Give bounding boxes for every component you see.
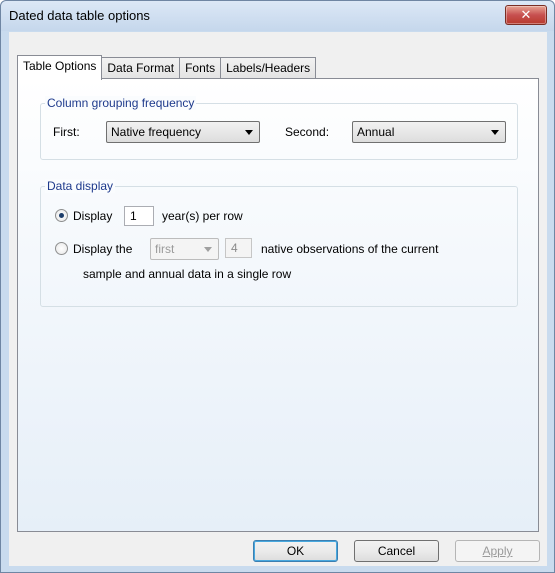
second-label: Second: bbox=[285, 125, 330, 139]
chevron-down-icon bbox=[204, 247, 212, 252]
chevron-down-icon bbox=[245, 130, 253, 135]
tab-fonts[interactable]: Fonts bbox=[180, 57, 222, 79]
ok-button[interactable]: OK bbox=[253, 540, 338, 562]
first-frequency-select[interactable]: Native frequency bbox=[106, 121, 260, 143]
data-display-legend: Data display bbox=[45, 179, 116, 193]
first-last-value: first bbox=[155, 242, 175, 256]
close-icon: ✕ bbox=[520, 7, 532, 22]
years-per-row-suffix: year(s) per row bbox=[162, 209, 243, 223]
display-observations-label: Display the bbox=[73, 242, 133, 256]
observations-count-input[interactable]: 4 bbox=[225, 238, 252, 258]
first-last-select[interactable]: first bbox=[150, 238, 219, 260]
column-grouping-group: Column grouping frequency First: Native … bbox=[40, 96, 518, 160]
title-bar[interactable]: Dated data table options ✕ bbox=[1, 1, 554, 31]
display-years-radio[interactable] bbox=[55, 209, 68, 222]
years-per-row-input[interactable]: 1 bbox=[124, 206, 154, 226]
observations-suffix: native observations of the current bbox=[261, 242, 439, 256]
column-grouping-legend: Column grouping frequency bbox=[45, 96, 197, 110]
apply-button[interactable]: Apply bbox=[455, 540, 540, 562]
cancel-button[interactable]: Cancel bbox=[354, 540, 439, 562]
data-display-group: Data display Display 1 year(s) per row D… bbox=[40, 179, 518, 307]
tab-data-format[interactable]: Data Format bbox=[102, 57, 181, 79]
close-button[interactable]: ✕ bbox=[505, 5, 547, 25]
second-frequency-select[interactable]: Annual bbox=[352, 121, 506, 143]
dialog-client-area: Table Options Data Format Fonts Labels/H… bbox=[9, 32, 547, 566]
tab-strip: Table Options Data Format Fonts Labels/H… bbox=[17, 55, 317, 80]
apply-button-label: Apply bbox=[482, 544, 513, 558]
dialog-window: Dated data table options ✕ Table Options… bbox=[0, 0, 555, 573]
second-frequency-value: Annual bbox=[357, 125, 395, 139]
display-years-label: Display bbox=[73, 209, 113, 223]
window-title: Dated data table options bbox=[9, 8, 150, 23]
chevron-down-icon bbox=[491, 130, 499, 135]
display-observations-radio[interactable] bbox=[55, 242, 68, 255]
tab-panel-table-options: Column grouping frequency First: Native … bbox=[17, 78, 539, 532]
tab-labels-headers[interactable]: Labels/Headers bbox=[221, 57, 317, 79]
first-label: First: bbox=[53, 125, 80, 139]
tab-table-options[interactable]: Table Options bbox=[17, 55, 103, 80]
observations-suffix-line2: sample and annual data in a single row bbox=[83, 267, 292, 281]
first-frequency-value: Native frequency bbox=[111, 125, 202, 139]
